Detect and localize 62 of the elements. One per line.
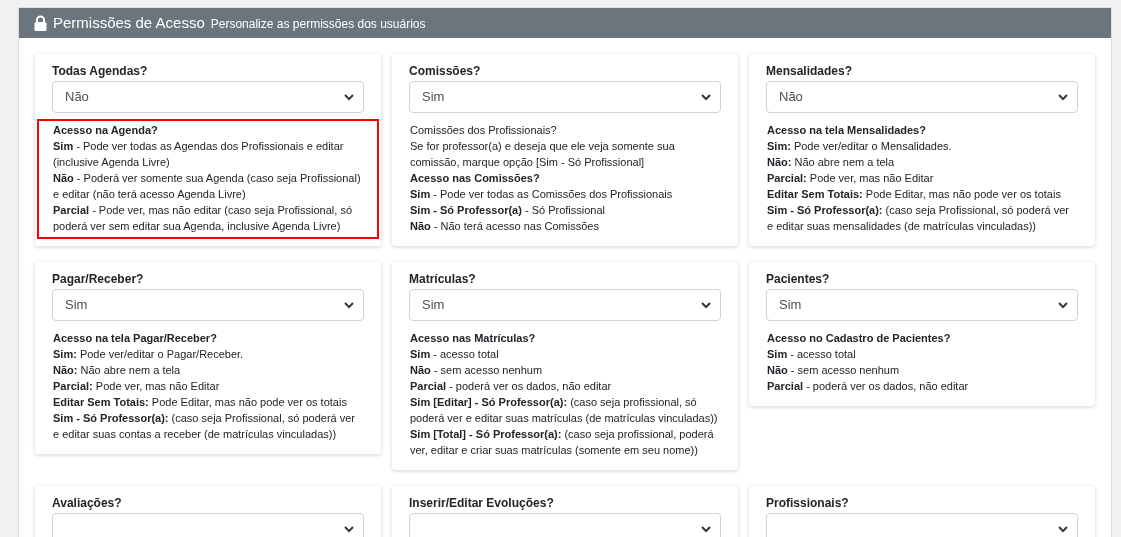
chevron-down-icon xyxy=(701,525,711,533)
description-text: Sim - Só Professor(a): (caso seja Profissional, só poderá ver e editar suas contas a receber (de matrículas vinculadas)) xyxy=(53,411,356,442)
description-text: Parcial - poderá ver os dados, não editar xyxy=(410,379,613,394)
description-text: Parcial: Pode ver, mas não Editar xyxy=(767,171,935,186)
field-label: Profissionais? xyxy=(766,495,850,511)
description-text: Parcial - poderá ver os dados, não editar xyxy=(767,379,970,394)
description-heading: Acesso nas Comissões? xyxy=(410,171,541,186)
description-text: Não - sem acesso nenhum xyxy=(410,363,544,378)
permission-select[interactable] xyxy=(52,513,364,537)
chevron-down-icon xyxy=(344,93,354,101)
field-label: Todas Agendas? xyxy=(52,63,149,79)
description-text: Não: Não abre nem a tela xyxy=(767,155,896,170)
permission-select[interactable]: Sim xyxy=(409,81,721,113)
description-text: Sim: Pode ver/editar o Mensalidades. xyxy=(767,139,953,154)
description-text: Se for professor(a) e deseja que ele veja somente sua comissão, marque opção [Sim - Só Profissional] xyxy=(410,139,676,170)
chevron-down-icon xyxy=(344,301,354,309)
description-text: Sim - acesso total xyxy=(410,347,500,362)
permission-select[interactable]: Sim xyxy=(52,289,364,321)
description-text: Não - sem acesso nenhum xyxy=(767,363,901,378)
description-text: Sim - Pode ver todas as Agendas dos Profissionais e editar (inclusive Agenda Livre) xyxy=(53,139,345,170)
permission-select[interactable] xyxy=(766,513,1078,537)
chevron-down-icon xyxy=(1058,301,1068,309)
chevron-down-icon xyxy=(701,301,711,309)
description-heading: Acesso no Cadastro de Pacientes? xyxy=(767,331,952,346)
field-label: Matrículas? xyxy=(409,271,477,287)
description-heading: Acesso na tela Mensalidades? xyxy=(767,123,927,138)
description-text: Sim [Editar] - Só Professor(a): (caso seja profissional, só poderá ver e editar suas matrículas (de matrículas vinculadas)) xyxy=(410,395,719,426)
permission-select[interactable]: Não xyxy=(52,81,364,113)
description-heading: Acesso nas Matrículas? xyxy=(410,331,537,346)
permission-select[interactable]: Sim xyxy=(409,289,721,321)
field-label: Comissões? xyxy=(409,63,482,79)
description-heading: Acesso na tela Pagar/Receber? xyxy=(53,331,218,346)
lock-icon xyxy=(34,15,47,31)
chevron-down-icon xyxy=(1058,525,1068,533)
description-text: Sim: Pode ver/editar o Pagar/Receber. xyxy=(53,347,245,362)
chevron-down-icon xyxy=(701,93,711,101)
description-text: Editar Sem Totais: Pode Editar, mas não pode ver os totais xyxy=(767,187,1062,202)
description-text: Parcial - Pode ver, mas não editar (caso seja Profissional, só poderá ver sem editar sua Agenda, inclusive Agenda Livre) xyxy=(53,203,353,234)
panel-subtitle: Personalize as permissões dos usuários xyxy=(210,15,426,33)
panel-title: Permissões de Acesso xyxy=(53,12,205,33)
description-text: Não: Não abre nem a tela xyxy=(53,363,182,378)
description-text: Não - Poderá ver somente sua Agenda (caso seja Profissional) e editar (não terá acesso Agenda Livre) xyxy=(53,171,362,202)
description-text: Comissões dos Profissionais? xyxy=(410,123,558,138)
permission-select[interactable]: Sim xyxy=(766,289,1078,321)
description-text: Parcial: Pode ver, mas não Editar xyxy=(53,379,221,394)
description-text: Sim - Pode ver todas as Comissões dos Profissionais xyxy=(410,187,674,202)
chevron-down-icon xyxy=(1058,93,1068,101)
description-text: Sim - acesso total xyxy=(767,347,857,362)
description-text: Não - Não terá acesso nas Comissões xyxy=(410,219,600,234)
description-text: Sim [Total] - Só Professor(a): (caso seja profissional, poderá ver, editar e criar suas matrículas (somente em seu nome)) xyxy=(410,427,715,458)
description-heading: Acesso na Agenda? xyxy=(53,123,159,138)
field-label: Pacientes? xyxy=(766,271,831,287)
description-text: Editar Sem Totais: Pode Editar, mas não pode ver os totais xyxy=(53,395,348,410)
chevron-down-icon xyxy=(344,525,354,533)
description-text: Sim - Só Professor(a): (caso seja Profissional, só poderá ver e editar suas mensalidades (de matrículas vinculadas)) xyxy=(767,203,1070,234)
permission-select[interactable] xyxy=(409,513,721,537)
field-label: Pagar/Receber? xyxy=(52,271,145,287)
description-text: Sim - Só Professor(a) - Só Profissional xyxy=(410,203,606,218)
field-label: Mensalidades? xyxy=(766,63,854,79)
field-label: Avaliações? xyxy=(52,495,123,511)
permission-select[interactable]: Não xyxy=(766,81,1078,113)
field-label: Inserir/Editar Evoluções? xyxy=(409,495,555,511)
